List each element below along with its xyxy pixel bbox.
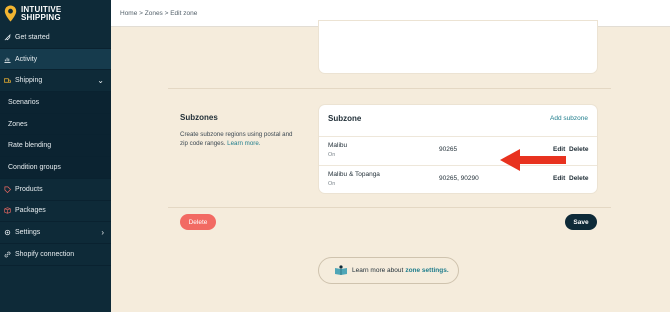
footer-divider <box>168 207 611 208</box>
sidebar-item-scenarios[interactable]: Scenarios <box>0 92 111 114</box>
tag-icon <box>4 186 11 193</box>
sidebar-item-label: Packages <box>15 207 46 215</box>
save-button[interactable]: Save <box>565 214 597 230</box>
breadcrumb[interactable]: Home > Zones > Edit zone <box>120 10 197 17</box>
logo[interactable]: INTUITIVE SHIPPING <box>0 0 111 27</box>
link-icon <box>4 251 11 258</box>
delete-subzone-button[interactable]: Delete <box>569 146 589 153</box>
sidebar-item-rate-blending[interactable]: Rate blending <box>0 135 111 158</box>
subzones-description: Create subzone regions using postal and … <box>180 130 300 148</box>
sidebar-item-label: Zones <box>8 120 28 128</box>
sidebar-item-zones[interactable]: Zones <box>0 113 111 136</box>
sidebar-item-settings[interactable]: Settings › <box>0 222 111 244</box>
edit-subzone-button[interactable]: Edit <box>553 175 565 182</box>
logo-text: INTUITIVE SHIPPING <box>21 5 61 22</box>
sidebar-item-shopify-connection[interactable]: Shopify connection <box>0 244 111 266</box>
subzone-name: Malibu <box>328 142 348 149</box>
sidebar-item-label: Activity <box>15 55 38 63</box>
sidebar-item-label: Scenarios <box>8 98 40 106</box>
zone-settings-link[interactable]: zone settings. <box>405 267 448 274</box>
sidebar-item-packages[interactable]: Packages <box>0 201 111 223</box>
section-divider <box>168 88 611 89</box>
subzones-heading: Subzones <box>180 113 218 122</box>
chevron-down-icon: ⌄ <box>97 76 104 86</box>
subzone-name: Malibu & Topanga <box>328 171 380 178</box>
logo-line-2: SHIPPING <box>21 12 61 22</box>
truck-icon <box>4 78 11 83</box>
subzone-zip-codes: 90265, 90290 <box>439 175 479 182</box>
zone-details-card <box>319 21 597 73</box>
sidebar: INTUITIVE SHIPPING Get started Activity … <box>0 0 111 312</box>
rocket-icon <box>4 33 11 41</box>
sidebar-item-label: Products <box>15 185 43 193</box>
learn-more-pill[interactable]: Learn more about zone settings. <box>318 257 459 284</box>
sidebar-item-label: Settings <box>15 229 41 237</box>
sidebar-item-activity[interactable]: Activity <box>0 48 111 71</box>
sidebar-item-label: Shopify connection <box>15 250 75 258</box>
subzone-card-title: Subzone <box>328 114 362 123</box>
sidebar-item-condition-groups[interactable]: Condition groups <box>0 157 111 179</box>
sidebar-item-label: Rate blending <box>8 142 52 150</box>
activity-icon <box>4 57 11 63</box>
learn-more-link[interactable]: Learn more. <box>227 140 260 147</box>
learn-more-prefix: Learn more about <box>352 267 404 274</box>
subzone-zip-codes: 90265 <box>439 146 458 153</box>
annotation-arrow <box>500 149 566 171</box>
sidebar-nav: Get started Activity Shipping ⌄ Scenario… <box>0 27 111 266</box>
package-icon <box>4 207 11 214</box>
gear-icon <box>4 229 11 236</box>
sidebar-item-shipping[interactable]: Shipping ⌄ <box>0 70 111 93</box>
delete-subzone-button[interactable]: Delete <box>569 175 589 182</box>
chevron-right-icon: › <box>101 228 104 238</box>
subzone-status: On <box>328 152 336 158</box>
sidebar-item-label: Shipping <box>15 77 43 85</box>
delete-zone-button[interactable]: Delete <box>180 214 216 230</box>
sidebar-item-label: Condition groups <box>8 163 61 171</box>
subzone-status: On <box>328 181 336 187</box>
sidebar-item-products[interactable]: Products <box>0 179 111 201</box>
book-reading-icon <box>335 265 347 275</box>
sidebar-item-label: Get started <box>15 33 50 41</box>
sidebar-item-get-started[interactable]: Get started <box>0 27 111 49</box>
map-pin-logo-icon <box>4 5 17 22</box>
add-subzone-link[interactable]: Add subzone <box>550 115 588 122</box>
